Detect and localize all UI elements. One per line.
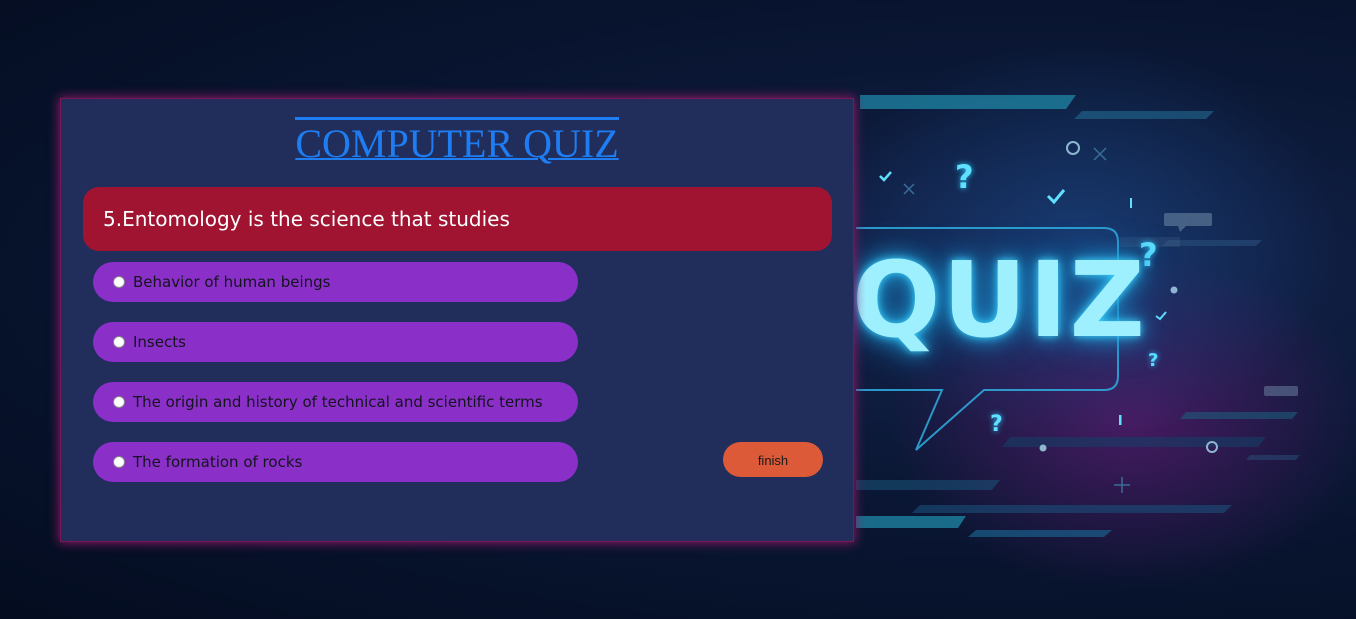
- answer-option-2[interactable]: Insects: [93, 322, 578, 362]
- exclamation-icon: [1130, 198, 1132, 208]
- answer-option-3[interactable]: The origin and history of technical and …: [93, 382, 578, 422]
- radio-button[interactable]: [113, 336, 125, 348]
- page-title-wrap: COMPUTER QUIZ: [61, 117, 853, 166]
- question-mark-icon: ?: [990, 412, 1003, 437]
- radio-button[interactable]: [113, 396, 125, 408]
- answer-option-1[interactable]: Behavior of human beings: [93, 262, 578, 302]
- finish-button[interactable]: finish: [723, 442, 823, 477]
- answer-option-label: The origin and history of technical and …: [133, 393, 543, 411]
- answer-option-label: Insects: [133, 333, 186, 351]
- question-mark-icon: ?: [955, 158, 974, 196]
- answer-option-label: Behavior of human beings: [133, 273, 331, 291]
- question-mark-icon: ?: [1148, 350, 1159, 371]
- exclamation-icon: [1119, 415, 1122, 425]
- question-box: 5.Entomology is the science that studies: [83, 187, 832, 251]
- radio-button[interactable]: [113, 456, 125, 468]
- answer-option-4[interactable]: The formation of rocks: [93, 442, 578, 482]
- answer-option-label: The formation of rocks: [133, 453, 303, 471]
- radio-button[interactable]: [113, 276, 125, 288]
- quiz-glow-word: QUIZ: [852, 239, 1147, 361]
- page-title: COMPUTER QUIZ: [295, 117, 619, 166]
- quiz-card: COMPUTER QUIZ 5.Entomology is the scienc…: [60, 98, 854, 542]
- question-text: 5.Entomology is the science that studies: [103, 207, 510, 231]
